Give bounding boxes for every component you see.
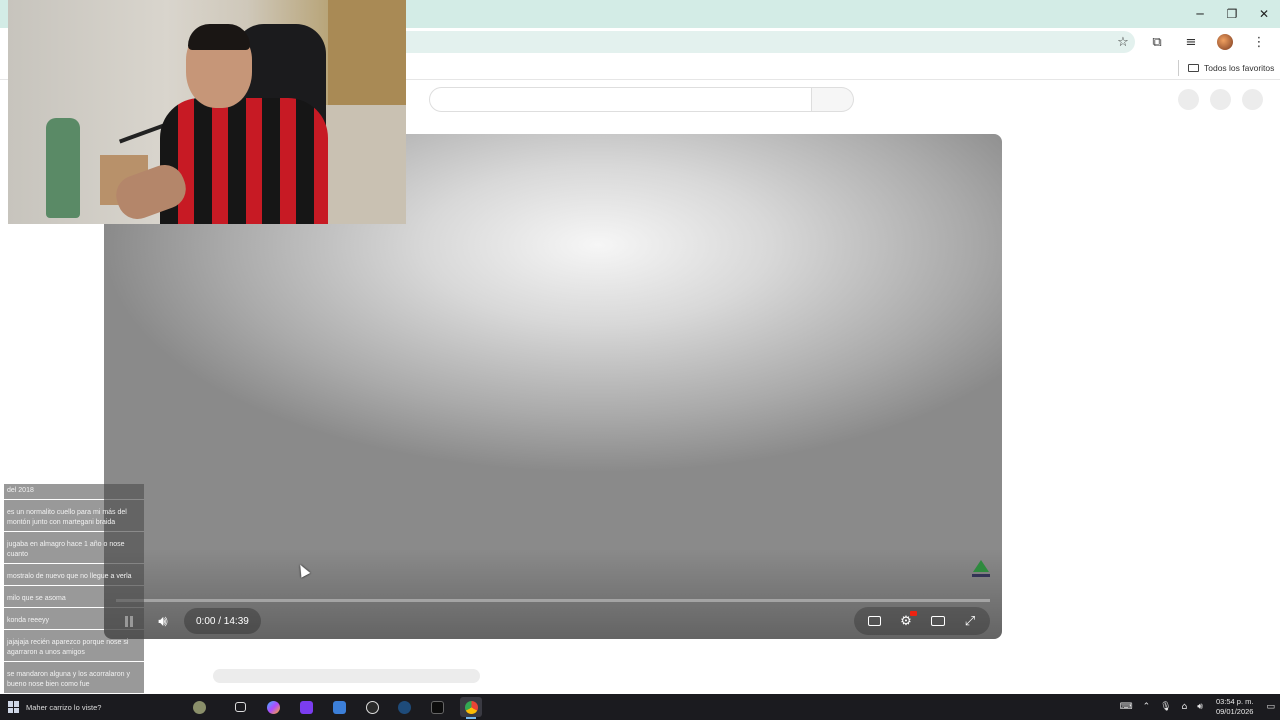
chat-message: jajajaja recién aparezco porque nose si …	[4, 630, 144, 661]
player-controls-right: ⚙ ⤢	[854, 607, 990, 635]
address-bar[interactable]	[395, 31, 1135, 53]
microphone-icon[interactable]: 🎙︎	[1155, 702, 1176, 712]
chat-message: mostralo de nuevo que no llegue a verla	[4, 564, 144, 585]
header-placeholder-icon[interactable]	[1210, 89, 1231, 110]
thermos	[46, 118, 80, 218]
clock-time: 03:54 p. m.	[1215, 697, 1254, 706]
chat-message: es un normalito cuello para mi más del m…	[4, 500, 144, 531]
steam-icon[interactable]	[393, 697, 415, 717]
chat-message: se mandaron alguna y los acorralaron y b…	[4, 662, 144, 693]
search-button[interactable]	[812, 87, 854, 112]
fullscreen-icon: ⤢	[964, 613, 976, 629]
chat-message-text: jugaba en almagro hace 1 año o nose cuan…	[7, 541, 125, 558]
streamer-jersey	[160, 98, 328, 224]
fullscreen-button[interactable]: ⤢	[954, 607, 986, 635]
chat-message-text: mostralo de nuevo que no llegue a verla	[7, 573, 132, 580]
settings-button[interactable]: ⚙	[890, 607, 922, 635]
search-input[interactable]	[429, 87, 812, 112]
chat-message: konda reeeyy	[4, 608, 144, 629]
webcam-overlay	[8, 0, 406, 224]
task-view-icon[interactable]	[229, 697, 251, 717]
volume-tray-icon[interactable]: 🔊︎	[1192, 702, 1208, 712]
copilot-icon[interactable]	[262, 697, 284, 717]
stream-chat-overlay: del 2018 es un normalito cuello para mi …	[4, 484, 144, 720]
terminal-icon[interactable]	[426, 697, 448, 717]
header-placeholder-icon[interactable]	[1178, 89, 1199, 110]
clock-date: 09/01/2026	[1215, 707, 1254, 716]
keyboard-layout-icon[interactable]: ⌨	[1115, 702, 1138, 712]
windows-start-icon[interactable]	[8, 701, 20, 713]
time-display: 0:00 / 14:39	[184, 608, 261, 634]
video-title-placeholder	[213, 669, 480, 683]
app-purple-icon[interactable]	[295, 697, 317, 717]
hd-badge	[910, 611, 917, 616]
chat-message-text: konda reeeyy	[7, 617, 50, 624]
chrome-icon[interactable]	[460, 697, 482, 719]
bookmarks-separator	[1178, 60, 1179, 76]
system-tray: ⌨ ⌃ 🎙︎ ⌂ 🔊︎ 03:54 p. m. 09/01/2026 ▭	[1115, 694, 1280, 720]
channel-watermark-icon[interactable]	[970, 560, 992, 582]
chat-message-text: es un normalito cuello para mi más del m…	[7, 509, 127, 526]
all-bookmarks-label: Todos los favoritos	[1204, 63, 1275, 73]
minimize-button[interactable]: ─	[1184, 0, 1216, 28]
close-button[interactable]: ✕	[1248, 0, 1280, 28]
notifications-icon[interactable]: ▭	[1261, 702, 1280, 712]
chat-message-text: milo que se asoma	[7, 595, 66, 602]
chat-message-text: jajajaja recién aparezco porque nose si …	[7, 639, 129, 656]
volume-button[interactable]: 🔊︎	[146, 607, 180, 635]
all-bookmarks-button[interactable]: Todos los favoritos	[1188, 56, 1274, 80]
theater-mode-icon	[931, 616, 945, 626]
network-icon[interactable]: ⌂	[1177, 702, 1193, 712]
obs-icon[interactable]	[361, 697, 383, 717]
taskbar-clock[interactable]: 03:54 p. m. 09/01/2026	[1208, 697, 1262, 717]
menu-icon[interactable]: ⋮	[1244, 29, 1274, 55]
chat-message-text: se mandaron alguna y los acorralaron y b…	[7, 671, 130, 688]
progress-bar[interactable]	[116, 599, 990, 602]
widgets-icon[interactable]	[188, 697, 210, 717]
chat-message: del 2018	[4, 484, 144, 499]
media-controls-icon[interactable]: ≡	[1176, 29, 1206, 55]
calculator-icon[interactable]	[328, 697, 350, 717]
show-hidden-icons-icon[interactable]: ⌃	[1138, 702, 1156, 712]
taskbar-search[interactable]: Maher carrizo lo viste?	[2, 694, 152, 720]
window-controls: ─ ❐ ✕	[1184, 0, 1280, 28]
time-display-text: 0:00 / 14:39	[196, 615, 249, 627]
star-icon[interactable]: ☆	[1108, 29, 1138, 55]
windows-taskbar: Maher carrizo lo viste? ⌨ ⌃ 🎙︎ ⌂ 🔊︎ 03:5…	[0, 694, 1280, 720]
folder-icon	[1188, 64, 1199, 72]
restore-button[interactable]: ❐	[1216, 0, 1248, 28]
extensions-icon[interactable]: ⧉	[1142, 29, 1172, 55]
chat-message-text: del 2018	[7, 487, 34, 494]
chat-message: milo que se asoma	[4, 586, 144, 607]
header-placeholder-icon[interactable]	[1242, 89, 1263, 110]
chat-message: jugaba en almagro hace 1 año o nose cuan…	[4, 532, 144, 563]
profile-avatar[interactable]	[1210, 29, 1240, 55]
volume-icon: 🔊︎	[158, 612, 168, 630]
theater-mode-button[interactable]	[922, 607, 954, 635]
taskbar-search-text: Maher carrizo lo viste?	[26, 702, 102, 712]
subtitles-button[interactable]	[858, 607, 890, 635]
subtitles-icon	[867, 616, 881, 626]
